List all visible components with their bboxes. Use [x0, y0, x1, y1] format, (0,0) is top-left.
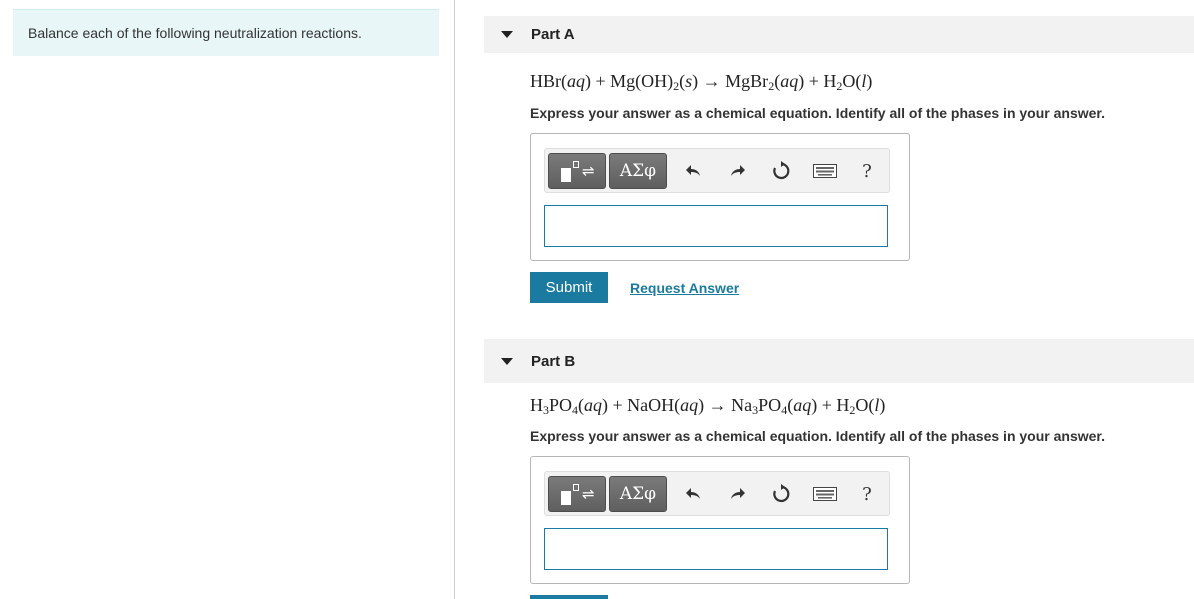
- help-icon[interactable]: ?: [855, 482, 879, 506]
- keyboard-icon[interactable]: [811, 159, 839, 183]
- undo-icon[interactable]: [682, 482, 706, 506]
- part-b-equation: H3PO4(aq) + NaOH(aq) → Na3PO4(aq) + H2O(…: [530, 395, 886, 417]
- part-a-title: Part A: [531, 26, 575, 43]
- part-a-prompt: Express your answer as a chemical equati…: [530, 105, 1105, 121]
- collapse-caret-icon[interactable]: [501, 31, 513, 38]
- part-b-prompt: Express your answer as a chemical equati…: [530, 428, 1105, 444]
- greek-symbols-icon[interactable]: ΑΣφ: [609, 153, 667, 189]
- undo-icon[interactable]: [682, 159, 706, 183]
- templates-icon[interactable]: ⇌: [548, 476, 606, 512]
- part-b-submit-button[interactable]: [530, 595, 608, 599]
- column-divider: [454, 0, 455, 599]
- part-a-equation: HBr(aq) + Mg(OH)2(s) → MgBr2(aq) + H2O(l…: [530, 71, 873, 93]
- part-a-header[interactable]: Part A: [484, 16, 1194, 53]
- reset-icon[interactable]: [769, 159, 793, 183]
- redo-icon[interactable]: [725, 482, 749, 506]
- request-answer-link[interactable]: Request Answer: [630, 280, 739, 296]
- keyboard-icon[interactable]: [811, 482, 839, 506]
- redo-icon[interactable]: [725, 159, 749, 183]
- submit-button[interactable]: Submit: [530, 272, 608, 303]
- instructions-panel: Balance each of the following neutraliza…: [13, 9, 439, 56]
- part-b-answer-input[interactable]: [544, 528, 888, 570]
- part-b-header[interactable]: Part B: [484, 339, 1194, 383]
- part-b-answer-box: ⇌ ΑΣφ ?: [530, 456, 910, 584]
- part-a-answer-input[interactable]: [544, 205, 888, 247]
- part-b-title: Part B: [531, 352, 576, 370]
- greek-symbols-icon[interactable]: ΑΣφ: [609, 476, 667, 512]
- help-icon[interactable]: ?: [855, 159, 879, 183]
- math-toolbar: ⇌ ΑΣφ ?: [544, 148, 890, 193]
- collapse-caret-icon[interactable]: [501, 357, 513, 365]
- math-toolbar: ⇌ ΑΣφ ?: [544, 471, 890, 516]
- part-a-answer-box: ⇌ ΑΣφ ?: [530, 133, 910, 261]
- templates-icon[interactable]: ⇌: [548, 153, 606, 189]
- instructions-text: Balance each of the following neutraliza…: [28, 25, 362, 41]
- reset-icon[interactable]: [769, 482, 793, 506]
